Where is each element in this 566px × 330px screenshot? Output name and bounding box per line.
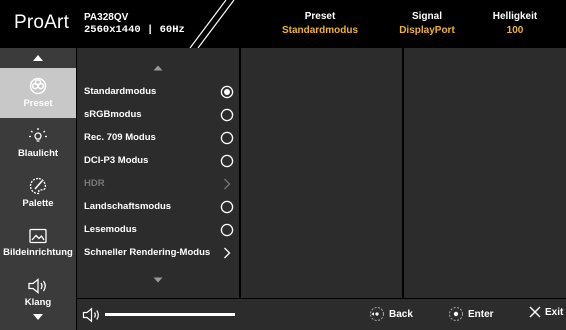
volume-slider[interactable] — [105, 313, 235, 316]
radio-icon[interactable] — [220, 108, 234, 122]
list-item-label: Schneller Rendering-Modus — [84, 247, 211, 258]
enter-button[interactable]: Enter — [448, 306, 494, 322]
sidebar-item-label: Bildeinrichtung — [3, 247, 73, 258]
sidebar-scroll-up-button[interactable] — [0, 50, 76, 66]
triangle-down-icon — [153, 277, 163, 283]
list-item-label: DCI-P3 Modus — [84, 155, 149, 166]
triangle-up-icon — [33, 55, 43, 61]
image-setup-icon — [29, 228, 47, 244]
model-name: PA328QV — [84, 12, 129, 23]
list-item-lesemodus[interactable]: Lesemodus — [77, 218, 239, 241]
back-button[interactable]: Back — [369, 306, 413, 322]
close-icon — [529, 306, 541, 318]
sidebar-scroll-down-button[interactable] — [0, 309, 76, 325]
sidebar-item-palette[interactable]: Palette — [0, 168, 76, 218]
palette-icon — [29, 177, 47, 195]
list-item-label: sRGBmodus — [84, 109, 142, 120]
list-item-hdr: HDR — [77, 172, 239, 195]
model-info: PA328QV 2560x1440 | 60Hz — [84, 12, 185, 36]
sidebar-item-label: Palette — [22, 198, 54, 209]
exit-label: Exit — [545, 306, 564, 318]
speaker-icon — [28, 278, 46, 294]
volume-icon — [82, 307, 99, 323]
brightness-status: Helligkeit 100 — [476, 10, 554, 38]
list-item-schneller-rendering[interactable]: Schneller Rendering-Modus — [77, 241, 239, 264]
joystick-left-icon — [369, 306, 385, 322]
signal-status-value: DisplayPort — [399, 25, 455, 36]
list-item-label: Lesemodus — [84, 224, 137, 235]
preset-status-label: Preset — [304, 11, 336, 22]
sidebar-item-blaulicht[interactable]: Blaulicht — [0, 118, 76, 168]
signal-status-label: Signal — [411, 11, 442, 22]
list-item-label: Landschaftsmodus — [84, 201, 172, 212]
list-item-landschaftsmodus[interactable]: Landschaftsmodus — [77, 195, 239, 218]
preset-status-value: Standardmodus — [281, 25, 359, 36]
brand-logo: ProArt — [14, 12, 70, 33]
exit-button[interactable]: Exit — [529, 306, 563, 318]
triangle-up-icon — [153, 65, 163, 71]
back-label: Back — [389, 308, 413, 320]
sidebar-item-label: Preset — [23, 98, 53, 109]
chevron-right-icon — [220, 246, 234, 260]
radio-icon[interactable] — [220, 200, 234, 214]
triangle-down-icon — [33, 314, 43, 320]
brightness-status-value: 100 — [506, 25, 524, 36]
sidebar-item-label: Blaulicht — [17, 148, 59, 159]
chevron-right-icon — [220, 177, 234, 191]
header-bar: ProArt PA328QV 2560x1440 | 60Hz Preset S… — [0, 0, 566, 48]
radio-icon[interactable] — [220, 154, 234, 168]
bluelight-icon — [29, 128, 47, 142]
list-item-label: HDR — [84, 178, 105, 189]
brightness-status-label: Helligkeit — [492, 11, 538, 22]
submenu-panel — [241, 48, 402, 298]
radio-icon[interactable] — [220, 131, 234, 145]
list-item-label: Rec. 709 Modus — [84, 132, 156, 143]
preset-status: Preset Standardmodus — [262, 10, 378, 38]
volume-slider-fill — [105, 313, 204, 316]
sidebar-item-label: Klang — [24, 297, 52, 308]
radio-selected-icon[interactable] — [220, 85, 234, 99]
signal-status: Signal DisplayPort — [387, 10, 467, 38]
footer-bar: Back Enter Exit — [77, 299, 566, 330]
sidebar-item-preset[interactable]: Preset — [0, 68, 76, 118]
list-item-rec709[interactable]: Rec. 709 Modus — [77, 126, 239, 149]
resolution: 2560x1440 — [84, 24, 141, 36]
joystick-press-icon — [448, 306, 464, 322]
list-item-label: Standardmodus — [84, 86, 157, 97]
signal-spec: 2560x1440 | 60Hz — [84, 24, 185, 36]
sidebar-item-bildeinrichtung[interactable]: Bildeinrichtung — [0, 218, 76, 268]
sidebar: Preset Blaulicht Palette Bildeinrichtung — [0, 48, 76, 330]
list-item-srgbmodus[interactable]: sRGBmodus — [77, 103, 239, 126]
preset-list-panel: Standardmodus sRGBmodus Rec. 709 Modus D… — [77, 48, 239, 298]
list-scroll-down-button[interactable] — [77, 274, 239, 286]
list-item-standardmodus[interactable]: Standardmodus — [77, 80, 239, 103]
preset-icon — [29, 77, 47, 95]
enter-label: Enter — [468, 308, 494, 320]
header-slash-decoration — [189, 0, 235, 48]
detail-panel — [404, 48, 566, 298]
list-item-dcip3[interactable]: DCI-P3 Modus — [77, 149, 239, 172]
list-scroll-up-button[interactable] — [77, 62, 239, 74]
radio-icon[interactable] — [220, 223, 234, 237]
